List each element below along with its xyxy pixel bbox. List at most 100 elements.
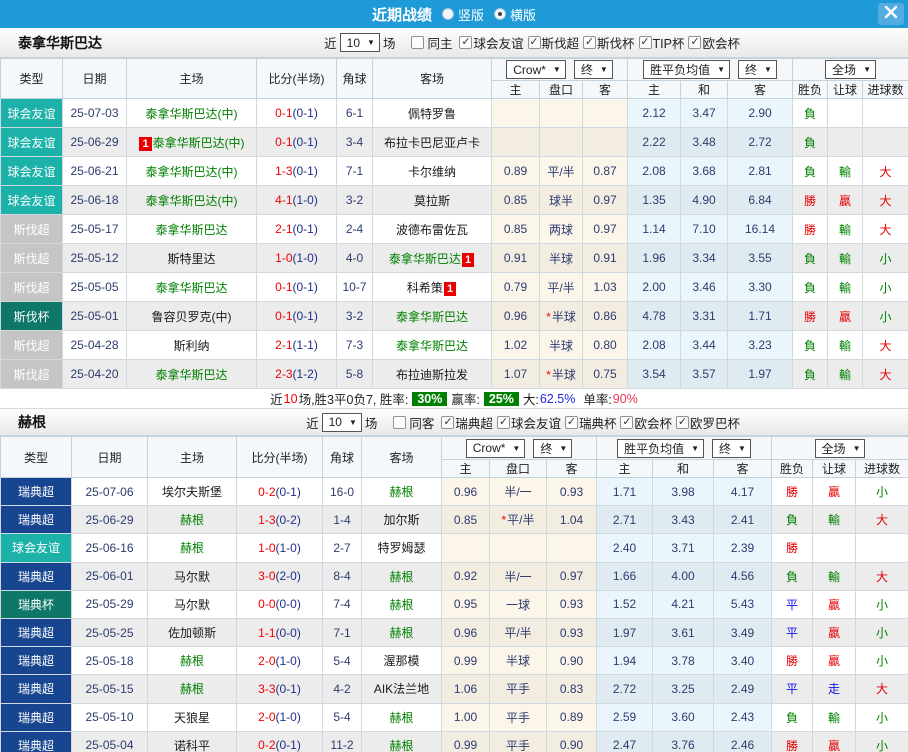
half-score: (1-0)	[276, 710, 301, 724]
league-checkbox[interactable]	[583, 36, 596, 49]
home-team-cell: 佐加顿斯	[148, 618, 237, 646]
league-checkbox[interactable]	[620, 416, 633, 429]
league-checkbox[interactable]	[528, 36, 541, 49]
match-row: 瑞典超25-07-06埃尔夫斯堡0-2(0-1)16-0赫根0.96半/一0.9…	[1, 478, 908, 506]
dropdown-arrow-icon: ▼	[559, 444, 567, 453]
crow-away-odds: 0.87	[583, 157, 628, 186]
match-row: 瑞典超25-05-15赫根3-3(0-1)4-2AIK法兰地1.06平手0.83…	[1, 675, 908, 703]
handicap-value: 半球	[549, 339, 573, 353]
score-cell: 0-2(0-1)	[237, 478, 323, 506]
layout-radio[interactable]	[494, 8, 506, 20]
handicap-value: 平手	[506, 682, 530, 696]
league-checkbox[interactable]	[639, 36, 652, 49]
crow-home-odds	[492, 99, 540, 128]
full-match-select[interactable]: 全场▼	[815, 439, 866, 458]
avg-away-odds: 2.49	[714, 675, 772, 703]
col-avg-draw: 和	[653, 460, 714, 478]
home-team-name: 鲁容贝罗克(中)	[152, 310, 232, 324]
away-team-name: 加尔斯	[383, 513, 419, 527]
crow-away-odds: 0.75	[583, 360, 628, 389]
result-cell: 負	[793, 128, 828, 157]
handicap-cell: *半球	[540, 360, 583, 389]
goals-result-cell: 小	[856, 590, 908, 618]
avg-odds-select[interactable]: 胜平负均值▼	[643, 60, 730, 79]
layout-radio[interactable]	[442, 8, 454, 20]
red-card-badge: 1	[462, 253, 474, 267]
result-cell: 勝	[793, 186, 828, 215]
same-venue-checkbox[interactable]	[411, 36, 424, 49]
avg-away-odds: 3.49	[714, 618, 772, 646]
avg-away-odds: 3.23	[728, 331, 793, 360]
recent-results-window: 近期战绩 竖版横版 泰拿华斯巴达 近 10▼ 场 同主 球会友谊斯伐超斯伐杯TI…	[0, 0, 908, 752]
avg-home-odds: 1.94	[597, 647, 653, 675]
handicap-result-cell: 輸	[828, 215, 863, 244]
dropdown-arrow-icon: ▼	[553, 65, 561, 74]
result-cell: 勝	[772, 478, 813, 506]
crow-select[interactable]: Crow*▼	[506, 60, 566, 79]
away-team-cell: 科希策1	[373, 273, 492, 302]
filter-bar: 近 10▼ 场 同客 瑞典超球会友谊瑞典杯欧会杯欧罗巴杯	[306, 413, 740, 432]
away-team-name: 泰拿华斯巴达	[389, 252, 461, 266]
full-score: 0-2	[258, 738, 275, 752]
league-checkbox[interactable]	[497, 416, 510, 429]
col-avg-home: 主	[597, 460, 653, 478]
away-team-name: 特罗姆瑟	[377, 541, 425, 555]
crow-select[interactable]: Crow*▼	[466, 439, 526, 458]
home-team-name: 斯特里达	[167, 252, 215, 266]
goals-result-cell: 大	[863, 215, 908, 244]
date-cell: 25-06-18	[63, 186, 127, 215]
half-score: (0-1)	[293, 164, 318, 178]
league-checkbox[interactable]	[676, 416, 689, 429]
crow-away-odds: 1.04	[547, 506, 597, 534]
league-checkbox[interactable]	[565, 416, 578, 429]
final-select[interactable]: 终▼	[533, 439, 572, 458]
result-cell: 負	[793, 157, 828, 186]
match-count-select[interactable]: 10▼	[322, 413, 362, 432]
league-checkbox[interactable]	[459, 36, 472, 49]
final-select[interactable]: 终▼	[574, 60, 613, 79]
date-cell: 25-07-06	[72, 478, 148, 506]
crow-away-odds: 0.97	[547, 562, 597, 590]
avg-home-odds: 2.40	[597, 534, 653, 562]
same-venue-checkbox[interactable]	[393, 416, 406, 429]
close-button[interactable]	[878, 3, 904, 25]
col-corner: 角球	[323, 437, 362, 478]
final-select-2[interactable]: 终▼	[712, 439, 751, 458]
col-avg-home: 主	[628, 81, 681, 99]
score-cell: 2-1(1-1)	[257, 331, 337, 360]
avg-home-odds: 3.54	[628, 360, 681, 389]
league-checkbox[interactable]	[441, 416, 454, 429]
home-team-name: 泰拿华斯巴达	[155, 281, 227, 295]
col-type: 类型	[1, 437, 72, 478]
league-label: 瑞典超	[455, 413, 493, 432]
handicap-cell	[540, 99, 583, 128]
league-checkbox[interactable]	[688, 36, 701, 49]
half-score: (0-0)	[276, 597, 301, 611]
result-cell: 負	[793, 244, 828, 273]
dropdown-arrow-icon: ▼	[600, 65, 608, 74]
crow-away-odds	[583, 99, 628, 128]
full-score: 3-0	[258, 569, 275, 583]
away-team-name: 科希策	[407, 281, 443, 295]
full-match-select[interactable]: 全场▼	[825, 60, 876, 79]
half-score: (0-1)	[276, 485, 301, 499]
score-cell: 1-3(0-2)	[237, 506, 323, 534]
home-team-name: 马尔默	[174, 570, 210, 584]
avg-odds-select[interactable]: 胜平负均值▼	[617, 439, 704, 458]
avg-away-odds: 3.55	[728, 244, 793, 273]
single-rate: 90%	[613, 392, 638, 406]
score-cell: 3-0(2-0)	[237, 562, 323, 590]
final-select-2[interactable]: 终▼	[738, 60, 777, 79]
col-crow-away: 客	[583, 81, 628, 99]
match-count-select[interactable]: 10▼	[340, 33, 380, 52]
col-away: 客场	[373, 59, 492, 99]
match-type-cell: 瑞典超	[1, 675, 72, 703]
avg-home-odds: 1.66	[597, 562, 653, 590]
score-cell: 1-0(1-0)	[237, 534, 323, 562]
half-score: (0-1)	[293, 309, 318, 323]
handicap-value: 半球	[552, 310, 576, 324]
avg-draw-odds: 3.71	[653, 534, 714, 562]
dropdown-arrow-icon: ▼	[512, 444, 520, 453]
avg-draw-odds: 3.76	[653, 731, 714, 752]
crow-home-odds	[492, 128, 540, 157]
